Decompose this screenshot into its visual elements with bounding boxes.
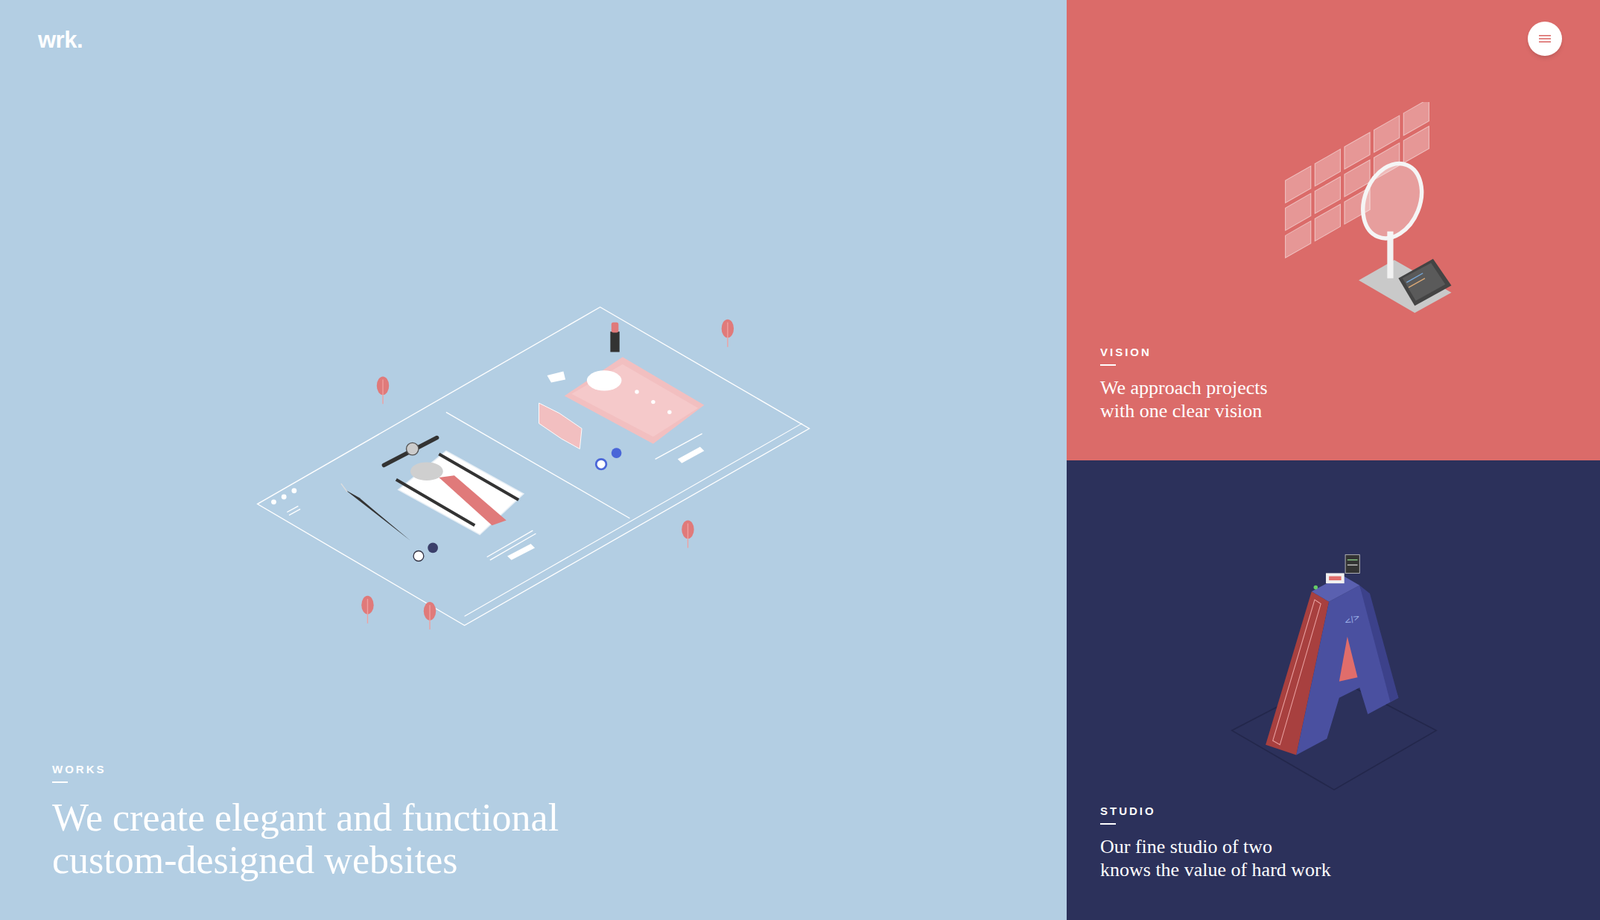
- works-panel[interactable]: wrk.: [0, 0, 1067, 920]
- works-illustration: [250, 300, 1067, 638]
- side-column: VISION We approach projects with one cle…: [1066, 0, 1600, 920]
- works-heading: We create elegant and functional custom-…: [52, 796, 1067, 882]
- logo[interactable]: wrk.: [37, 26, 1067, 54]
- label-underline: [1100, 823, 1116, 825]
- studio-copy: Our fine studio of two knows the value o…: [1100, 835, 1600, 882]
- copy-line: knows the value of hard work: [1100, 858, 1600, 882]
- works-text: WORKS We create elegant and functional c…: [52, 762, 1067, 882]
- studio-illustration: </>: [1226, 544, 1600, 795]
- section-label: VISION: [1100, 345, 1600, 360]
- copy-line: with one clear vision: [1100, 399, 1600, 423]
- copy-line: Our fine studio of two: [1100, 835, 1600, 859]
- vision-copy: We approach projects with one clear visi…: [1100, 376, 1600, 423]
- page: wrk.: [0, 0, 1600, 920]
- heading-line: custom-designed websites: [52, 838, 1067, 882]
- label-underline: [52, 781, 68, 783]
- heading-line: We create elegant and functional: [52, 796, 1067, 839]
- vision-text: VISION We approach projects with one cle…: [1100, 345, 1600, 423]
- copy-line: We approach projects: [1100, 376, 1600, 400]
- studio-panel[interactable]: </> STUDIO Our fine studio of two knows …: [1066, 460, 1600, 920]
- label-underline: [1100, 364, 1116, 366]
- vision-panel[interactable]: VISION We approach projects with one cle…: [1066, 0, 1600, 461]
- vision-illustration: [1270, 102, 1600, 322]
- menu-button[interactable]: [1527, 21, 1563, 56]
- studio-text: STUDIO Our fine studio of two knows the …: [1100, 804, 1600, 882]
- section-label: STUDIO: [1100, 804, 1600, 818]
- section-label: WORKS: [52, 762, 1067, 777]
- hamburger-icon: [1538, 34, 1551, 44]
- code-label: </>: [1342, 611, 1362, 628]
